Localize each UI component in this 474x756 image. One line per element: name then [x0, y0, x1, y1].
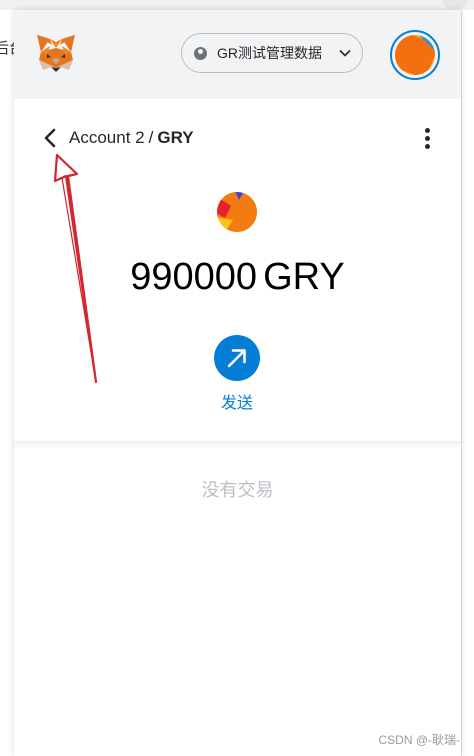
account-menu-button[interactable] [389, 29, 441, 81]
empty-transactions-message: 没有交易 [201, 480, 274, 500]
breadcrumb-token: GRY [157, 128, 194, 147]
token-identicon [217, 192, 257, 232]
token-balance: 990000 GRY [14, 256, 461, 299]
background-page-text: 后台 [0, 40, 14, 57]
arrow-up-right-icon [227, 349, 246, 368]
watermark-text: CSDN @-耿瑞- [378, 733, 460, 747]
account-identicon [389, 29, 441, 81]
breadcrumb[interactable]: Account 2/GRY [69, 128, 194, 148]
background-page-right [461, 10, 474, 756]
app-header: GR测试管理数据 [14, 10, 461, 99]
network-selector[interactable]: GR测试管理数据 [181, 33, 363, 73]
screenshot-stage: 后台 GR测试管理数据 [0, 0, 474, 756]
balance-symbol: GRY [263, 256, 345, 298]
asset-breadcrumb-bar: Account 2/GRY [14, 120, 461, 156]
send-button-label[interactable]: 发送 [197, 389, 277, 413]
background-page-left: 后台 [0, 10, 15, 756]
browser-toolbar-strip [0, 0, 474, 10]
chevron-left-icon[interactable] [42, 128, 58, 148]
breadcrumb-account: Account 2 [69, 128, 145, 147]
kebab-menu-icon[interactable] [420, 126, 434, 150]
overview-divider [14, 441, 461, 449]
breadcrumb-separator: / [148, 128, 154, 147]
balance-amount: 990000 [130, 256, 258, 298]
network-status-dot-icon [194, 46, 207, 60]
send-button[interactable] [214, 335, 260, 381]
network-name: GR测试管理数据 [217, 45, 322, 61]
metamask-fox-icon[interactable] [34, 32, 78, 76]
chevron-down-icon [339, 49, 351, 57]
metamask-popup: GR测试管理数据 Account 2/GRY 990000 GRY 发送 没有交… [14, 10, 461, 756]
